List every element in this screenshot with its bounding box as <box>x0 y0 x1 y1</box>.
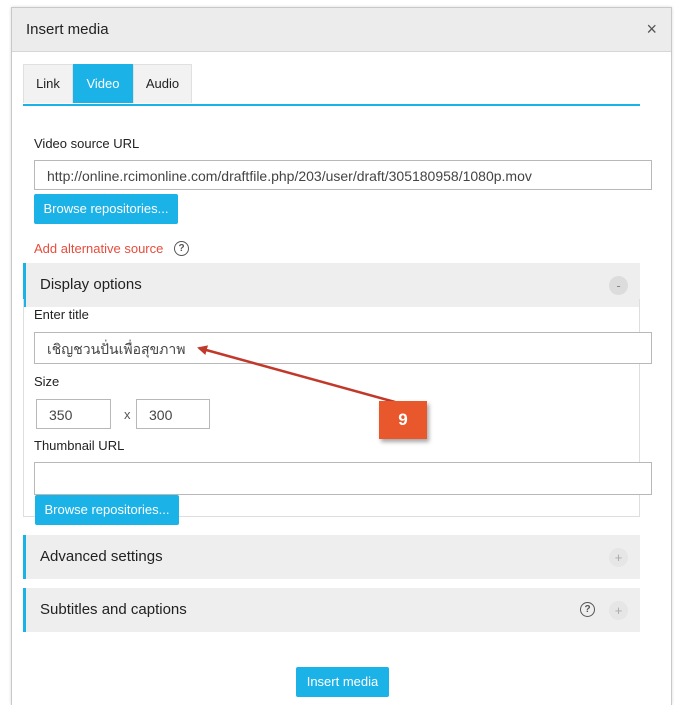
display-options-title: Display options <box>40 276 142 293</box>
question-circle-icon[interactable]: ? <box>174 241 189 256</box>
insert-media-button[interactable]: Insert media <box>296 667 389 697</box>
thumbnail-url-label: Thumbnail URL <box>34 438 125 453</box>
browse-repositories-button[interactable]: Browse repositories... <box>34 194 178 224</box>
video-source-input[interactable]: http://online.rcimonline.com/draftfile.p… <box>34 160 652 190</box>
advanced-settings-title: Advanced settings <box>40 548 163 565</box>
media-tabs: Link Video Audio <box>23 64 640 106</box>
minus-circle-icon[interactable]: - <box>609 276 628 295</box>
advanced-settings-header[interactable]: Advanced settings + <box>23 535 640 579</box>
add-alternative-source-link[interactable]: Add alternative source <box>34 241 163 256</box>
tab-link[interactable]: Link <box>23 64 73 103</box>
width-input[interactable]: 350 <box>36 399 111 429</box>
size-separator: x <box>124 407 131 422</box>
plus-circle-icon[interactable]: + <box>609 548 628 567</box>
thumbnail-browse-button[interactable]: Browse repositories... <box>35 495 179 525</box>
step-callout-badge: 9 <box>379 401 427 439</box>
subtitles-header[interactable]: Subtitles and captions ? + <box>23 588 640 632</box>
plus-circle-icon[interactable]: + <box>609 601 628 620</box>
subtitles-title: Subtitles and captions <box>40 601 187 618</box>
video-source-label: Video source URL <box>34 136 140 151</box>
dialog-title: Insert media <box>26 21 109 38</box>
height-input[interactable]: 300 <box>136 399 210 429</box>
thumbnail-url-input[interactable] <box>34 462 652 495</box>
close-icon[interactable]: × <box>646 19 657 40</box>
tab-video[interactable]: Video <box>73 64 133 103</box>
size-label: Size <box>34 374 60 389</box>
question-circle-icon[interactable]: ? <box>580 602 595 617</box>
tab-audio[interactable]: Audio <box>133 64 192 103</box>
title-input[interactable]: เชิญชวนปั่นเพื่อสุขภาพ <box>34 332 652 364</box>
enter-title-label: Enter title <box>34 307 89 322</box>
dialog-header: Insert media × <box>12 8 671 52</box>
